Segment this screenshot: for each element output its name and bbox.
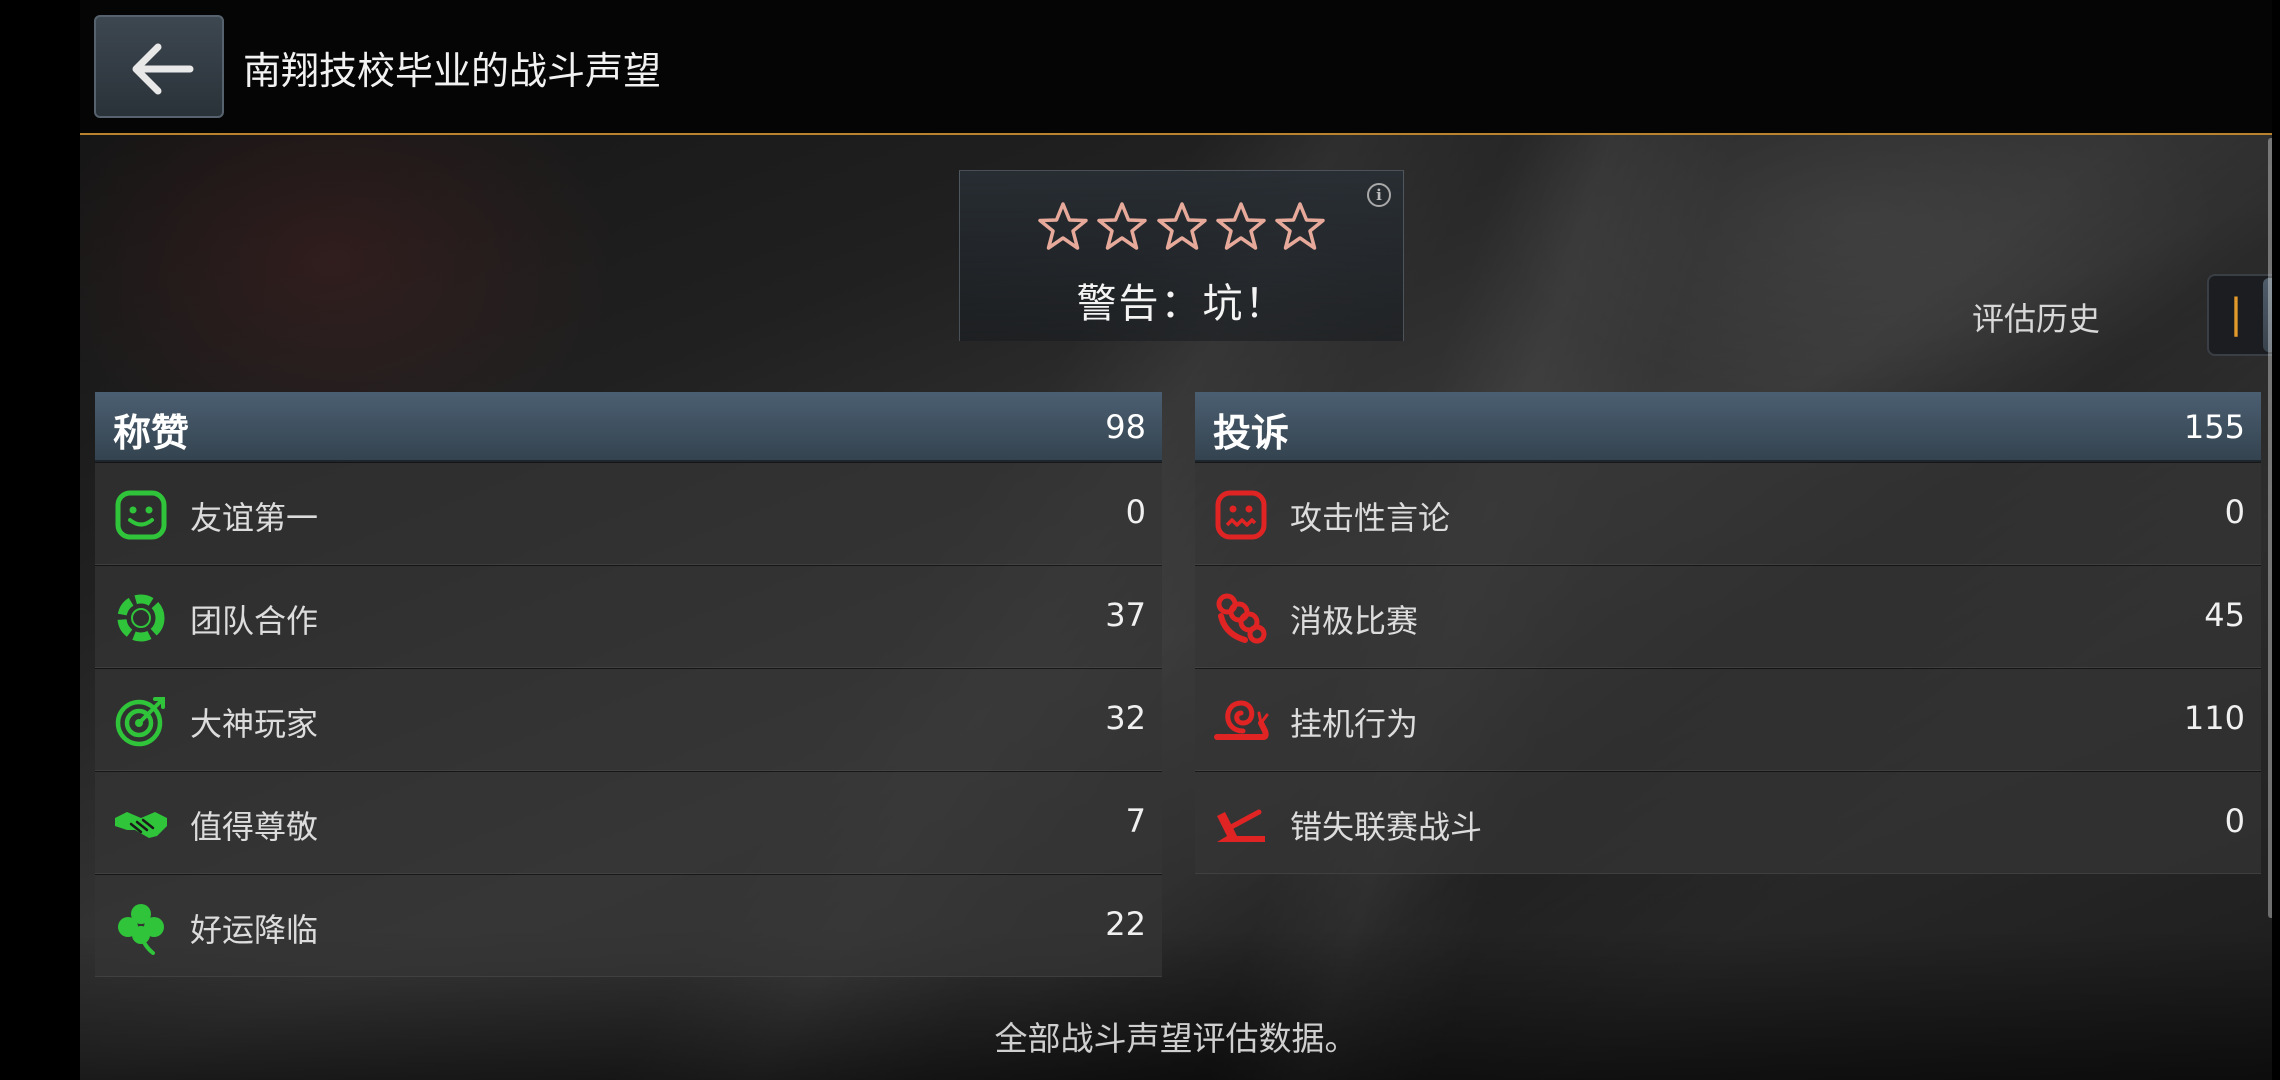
angry-face-icon bbox=[1215, 490, 1267, 540]
missed-battle-icon bbox=[1217, 809, 1265, 842]
page-title: 南翔技校毕业的战斗声望 bbox=[243, 49, 662, 93]
complaint-panel: 投诉 155 攻击性言论 0 消极比赛 45 挂机行为 110 错失联赛战斗 0 bbox=[1195, 392, 2261, 874]
complaint-header: 投诉 155 bbox=[1195, 392, 2261, 462]
complaint-row[interactable]: 挂机行为 110 bbox=[1195, 668, 2261, 771]
praise-label: 好运降临 bbox=[190, 911, 319, 949]
complaint-total: 155 bbox=[2183, 408, 2245, 446]
history-label: 评估历史 bbox=[1972, 300, 2101, 338]
snail-icon bbox=[1214, 700, 1269, 740]
top-bar: 南翔技校毕业的战斗声望 bbox=[80, 0, 2272, 135]
praise-count: 32 bbox=[1105, 699, 1146, 737]
praise-panel: 称赞 98 友谊第一 0 团队合作 37 大神玩家 32 值得尊敬 7 好运降临… bbox=[95, 392, 1162, 977]
complaint-count: 0 bbox=[2224, 493, 2245, 531]
complaint-row[interactable]: 错失联赛战斗 0 bbox=[1195, 771, 2261, 874]
back-button[interactable] bbox=[94, 15, 224, 118]
star-empty-icon bbox=[1215, 202, 1266, 250]
complaint-count: 0 bbox=[2224, 802, 2245, 840]
back-arrow-icon bbox=[132, 43, 194, 95]
praise-label: 友谊第一 bbox=[190, 499, 319, 537]
complaint-label: 消极比赛 bbox=[1290, 602, 1419, 640]
target-icon bbox=[115, 697, 165, 747]
complaint-label: 攻击性言论 bbox=[1290, 499, 1451, 537]
complaint-label: 错失联赛战斗 bbox=[1290, 808, 1483, 846]
praise-label: 值得尊敬 bbox=[190, 808, 319, 846]
praise-title: 称赞 bbox=[113, 411, 190, 455]
history-view-toggle: | ||| bbox=[2207, 274, 2272, 356]
praise-count: 0 bbox=[1125, 493, 1146, 531]
praise-row[interactable]: 值得尊敬 7 bbox=[95, 771, 1162, 874]
teamwork-ring-icon bbox=[117, 594, 165, 642]
rating-panel: i 警告：坑！ bbox=[959, 170, 1404, 341]
scrollbar[interactable] bbox=[2268, 138, 2272, 918]
complaint-title: 投诉 bbox=[1213, 411, 1290, 455]
praise-row[interactable]: 大神玩家 32 bbox=[95, 668, 1162, 771]
praise-count: 22 bbox=[1105, 905, 1146, 943]
complaint-count: 110 bbox=[2183, 699, 2245, 737]
handshake-icon bbox=[115, 812, 167, 838]
complaint-label: 挂机行为 bbox=[1290, 705, 1419, 743]
footer-note: 全部战斗声望评估数据。 bbox=[994, 1019, 1358, 1058]
praise-row[interactable]: 团队合作 37 bbox=[95, 565, 1162, 668]
complaint-count: 45 bbox=[2204, 596, 2245, 634]
single-view-button[interactable]: | bbox=[2209, 276, 2263, 354]
rating-label: 警告：坑！ bbox=[1076, 281, 1287, 327]
praise-label: 大神玩家 bbox=[190, 705, 319, 743]
star-rating bbox=[960, 201, 1403, 257]
brass-knuckles-icon bbox=[1216, 593, 1267, 644]
star-empty-icon bbox=[1038, 202, 1089, 250]
praise-row[interactable]: 好运降临 22 bbox=[95, 874, 1162, 977]
smiley-face-icon bbox=[115, 490, 167, 540]
complaint-row[interactable]: 消极比赛 45 bbox=[1195, 565, 2261, 668]
star-empty-icon bbox=[1274, 202, 1325, 250]
praise-count: 7 bbox=[1125, 802, 1146, 840]
praise-label: 团队合作 bbox=[190, 602, 319, 640]
praise-total: 98 bbox=[1105, 408, 1146, 446]
clover-icon bbox=[118, 904, 164, 955]
praise-count: 37 bbox=[1105, 596, 1146, 634]
complaint-row[interactable]: 攻击性言论 0 bbox=[1195, 462, 2261, 565]
reputation-screen: 南翔技校毕业的战斗声望 i 警告：坑！ 评估历史 | ||| 称赞 98 bbox=[80, 0, 2272, 1080]
praise-row[interactable]: 友谊第一 0 bbox=[95, 462, 1162, 565]
star-empty-icon bbox=[1097, 202, 1148, 250]
star-empty-icon bbox=[1156, 202, 1207, 250]
praise-header: 称赞 98 bbox=[95, 392, 1162, 462]
